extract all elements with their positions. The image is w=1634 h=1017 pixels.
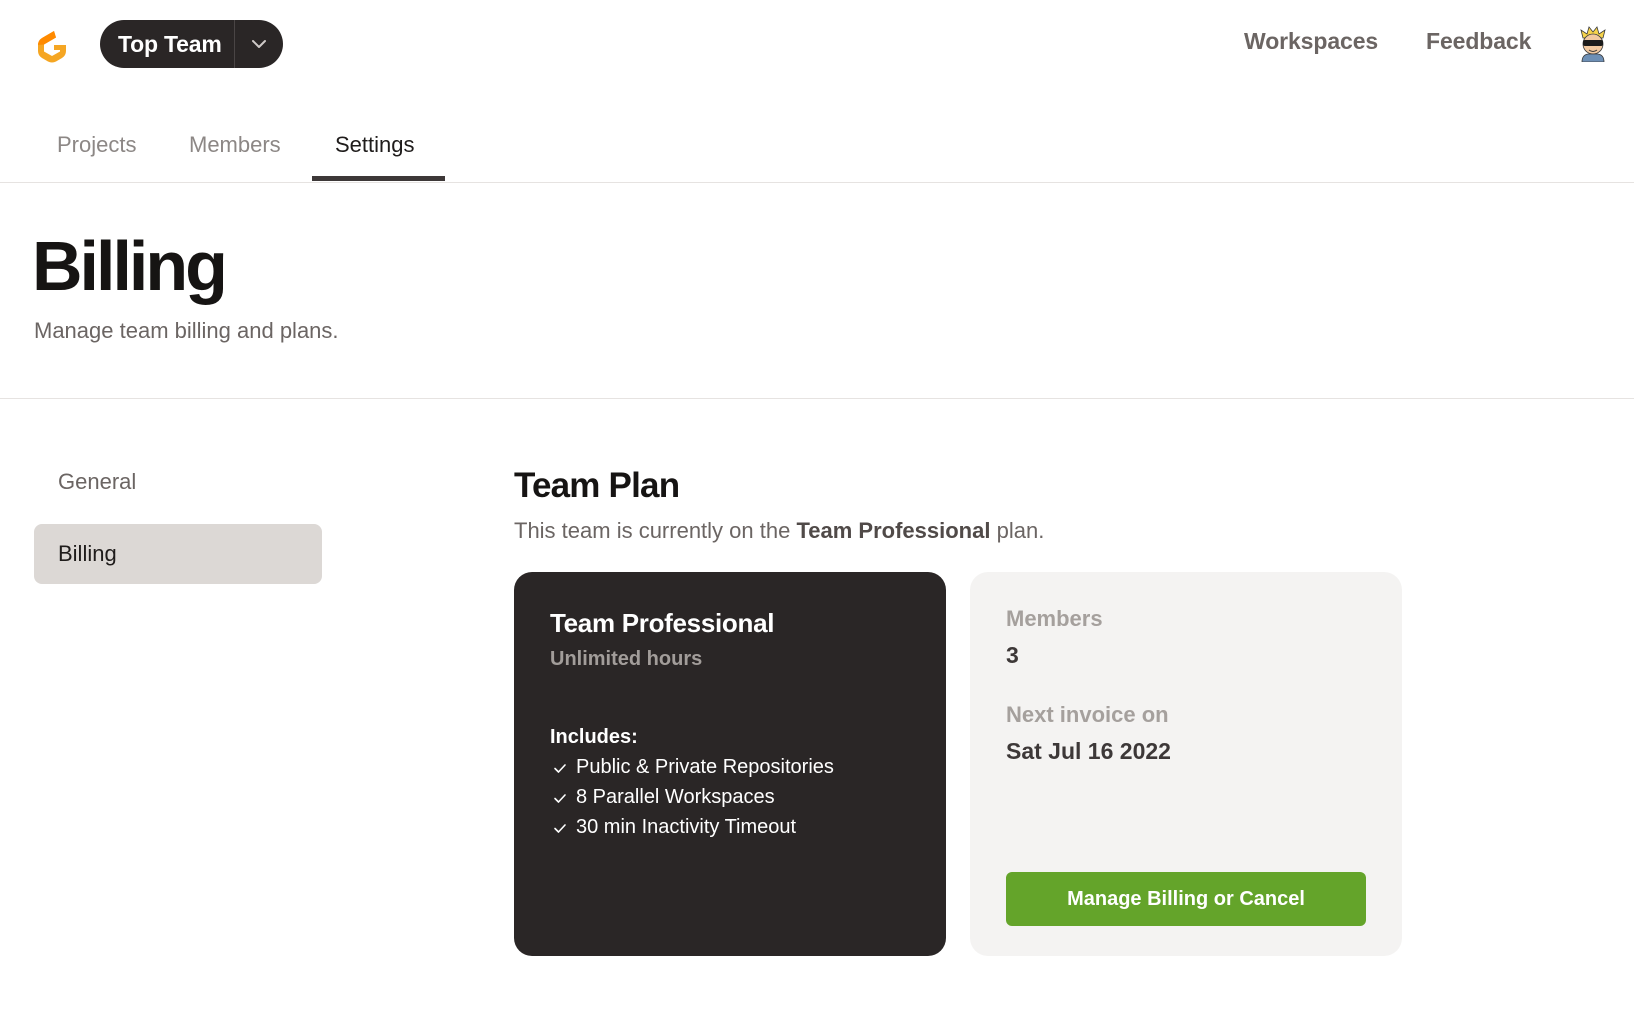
plan-desc-prefix: This team is currently on the [514, 518, 791, 543]
current-plan-card: Team Professional Unlimited hours Includ… [514, 572, 946, 956]
main-tabs: Projects Members Settings [0, 118, 1634, 183]
next-invoice-label: Next invoice on [1006, 702, 1169, 727]
plan-feature-item: 8 Parallel Workspaces [550, 786, 775, 809]
page-subtitle: Manage team billing and plans. [34, 318, 339, 343]
tab-settings[interactable]: Settings [335, 132, 415, 158]
members-label: Members [1006, 606, 1103, 631]
team-name[interactable]: Top Team [100, 31, 234, 58]
plan-feature-label: 8 Parallel Workspaces [576, 786, 775, 808]
nav-feedback-link[interactable]: Feedback [1426, 28, 1531, 55]
page-title: Billing [32, 227, 228, 305]
tab-members[interactable]: Members [189, 132, 281, 158]
plan-desc-plan-name: Team Professional [796, 518, 991, 543]
plan-includes-label: Includes: [550, 726, 638, 748]
plan-feature-label: 30 min Inactivity Timeout [576, 816, 797, 838]
top-header: Top Team Workspaces Feedback [0, 0, 1634, 90]
checkmark-icon [550, 788, 570, 808]
billing-info-card: Members 3 Next invoice on Sat Jul 16 202… [970, 572, 1402, 956]
team-switcher[interactable]: Top Team [100, 20, 283, 68]
plan-card-hours: Unlimited hours [550, 648, 703, 670]
checkmark-icon [550, 818, 570, 838]
checkmark-icon [550, 758, 570, 778]
active-tab-indicator [312, 176, 445, 181]
next-invoice-date: Sat Jul 16 2022 [1006, 738, 1171, 764]
sidebar-item-billing[interactable]: Billing [34, 524, 322, 584]
nav-workspaces-link[interactable]: Workspaces [1244, 28, 1378, 55]
members-count: 3 [1006, 642, 1019, 668]
manage-billing-button[interactable]: Manage Billing or Cancel [1006, 872, 1366, 926]
plan-card-name: Team Professional [550, 608, 775, 638]
plan-desc-suffix: plan. [996, 518, 1045, 543]
sidebar-item-general[interactable]: General [34, 452, 322, 512]
chevron-down-icon[interactable] [235, 39, 283, 49]
plan-section-title: Team Plan [514, 466, 680, 505]
plan-description: This team is currently on the Team Profe… [514, 518, 1044, 544]
plan-feature-label: Public & Private Repositories [576, 756, 834, 778]
plan-feature-item: Public & Private Repositories [550, 756, 834, 779]
section-divider [0, 398, 1634, 399]
tab-projects[interactable]: Projects [57, 132, 136, 158]
gitpod-logo-icon[interactable] [32, 25, 72, 65]
user-avatar-icon[interactable] [1578, 26, 1608, 62]
plan-feature-item: 30 min Inactivity Timeout [550, 816, 796, 839]
